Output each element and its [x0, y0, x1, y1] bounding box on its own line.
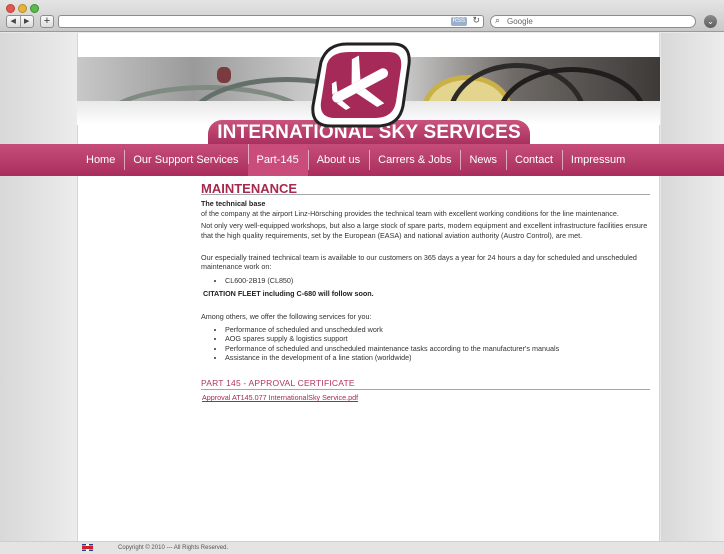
downloads-icon[interactable]: ⌄ — [704, 15, 717, 28]
rss-badge[interactable]: RSS — [450, 17, 467, 26]
nav-contact[interactable]: Contact — [506, 150, 562, 170]
section-subheading: The technical base — [201, 199, 266, 209]
certificate-pdf-link[interactable]: Approval AT145.077 InternationalSky Serv… — [202, 393, 358, 402]
services-list: Performance of scheduled and unscheduled… — [225, 325, 650, 363]
left-margin — [0, 33, 77, 541]
main-nav: Home Our Support Services Part-145 About… — [77, 144, 634, 176]
list-item: Performance of scheduled and unscheduled… — [225, 325, 650, 334]
intro-paragraph: of the company at the airport Linz-Hörsc… — [201, 208, 619, 218]
zoom-window-icon[interactable] — [30, 4, 39, 13]
team-paragraph: Our especially trained technical team is… — [201, 253, 637, 272]
nav-impressum[interactable]: Impressum — [561, 150, 634, 170]
list-item: Performance of scheduled and unscheduled… — [225, 344, 650, 353]
minimize-window-icon[interactable] — [18, 4, 27, 13]
main-content: MAINTENANCE The technical base of the co… — [201, 182, 650, 403]
technician-figure — [217, 67, 231, 83]
list-item: Assistance in the development of a line … — [225, 353, 650, 362]
services-intro: Among others, we offer the following ser… — [201, 311, 372, 321]
forward-arrow-icon[interactable]: ▶ — [19, 16, 34, 27]
right-margin — [661, 33, 724, 541]
airplane-logo-icon[interactable] — [307, 40, 415, 130]
nav-carrers-jobs[interactable]: Carrers & Jobs — [369, 150, 460, 170]
close-window-icon[interactable] — [6, 4, 15, 13]
uk-flag-icon[interactable] — [82, 544, 93, 551]
new-tab-button[interactable]: + — [40, 15, 54, 28]
reload-icon[interactable]: ↻ — [472, 15, 480, 26]
nav-our-support-services[interactable]: Our Support Services — [124, 150, 247, 170]
nav-about-us[interactable]: About us — [307, 150, 369, 170]
footer — [0, 541, 724, 554]
nav-part-145[interactable]: Part-145 — [247, 144, 308, 176]
facilities-paragraph: Not only very well-equipped workshops, b… — [201, 221, 648, 240]
nav-home[interactable]: Home — [77, 150, 124, 170]
search-field[interactable]: ⌕ Google — [490, 15, 696, 28]
copyright-text: Copyright © 2010 --- All Rights Reserved… — [118, 545, 229, 551]
citation-note: CITATION FLEET including C-680 will foll… — [203, 289, 374, 299]
back-arrow-icon[interactable]: ◀ — [7, 16, 20, 27]
search-icon: ⌕ — [495, 15, 501, 25]
list-item: CL600-2B19 (CL850) — [225, 276, 650, 285]
search-placeholder: Google — [507, 17, 533, 26]
address-bar[interactable]: RSS ↻ — [58, 15, 484, 28]
browser-toolbar: ◀ ▶ + RSS ↻ ⌕ Google ⌄ — [0, 0, 724, 32]
aircraft-list: CL600-2B19 (CL850) — [225, 276, 650, 285]
certificate-heading: PART 145 - APPROVAL CERTIFICATE — [201, 378, 650, 391]
history-buttons: ◀ ▶ — [6, 15, 34, 28]
nav-news[interactable]: News — [460, 150, 506, 170]
list-item: AOG spares supply & logistics support — [225, 334, 650, 343]
page-title: MAINTENANCE — [201, 182, 650, 196]
